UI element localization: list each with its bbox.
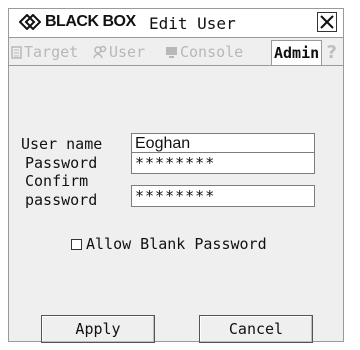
username-label: User name bbox=[21, 135, 103, 153]
brand-name: BLACK BOX bbox=[45, 13, 136, 30]
apply-button-label: Apply bbox=[75, 320, 121, 338]
close-icon bbox=[320, 15, 334, 29]
apply-button[interactable]: Apply bbox=[41, 315, 155, 343]
help-button[interactable]: ? bbox=[327, 42, 337, 63]
help-icon: ? bbox=[326, 42, 337, 63]
password-label: Password bbox=[25, 154, 98, 172]
tab-target[interactable]: Target bbox=[11, 41, 78, 63]
confirm-password-input[interactable]: ******** bbox=[131, 185, 315, 207]
black-box-diamond-icon bbox=[19, 14, 41, 30]
user-icon bbox=[93, 45, 107, 59]
confirm-password-label-line2: password bbox=[25, 191, 98, 209]
confirm-password-label-line1: Confirm bbox=[25, 172, 89, 190]
tab-admin-label: Admin bbox=[274, 44, 320, 62]
cancel-button[interactable]: Cancel bbox=[199, 315, 313, 343]
edit-user-dialog: BLACK BOX Edit User Target User Console … bbox=[8, 8, 344, 343]
checkbox-icon bbox=[71, 238, 82, 250]
tab-user[interactable]: User bbox=[93, 41, 145, 63]
password-input[interactable]: ******** bbox=[131, 152, 315, 174]
tab-target-label: Target bbox=[24, 43, 79, 61]
allow-blank-password-checkbox[interactable]: Allow Blank Password bbox=[71, 235, 267, 253]
close-button[interactable] bbox=[317, 12, 337, 32]
target-icon bbox=[11, 45, 22, 59]
brand-logo: BLACK BOX bbox=[19, 13, 136, 31]
console-icon bbox=[166, 47, 177, 58]
tab-bar: Target User Console Admin ? bbox=[9, 38, 343, 66]
tab-console-label: Console bbox=[180, 43, 244, 61]
tab-admin[interactable]: Admin bbox=[271, 40, 323, 65]
dialog-title: Edit User bbox=[149, 14, 236, 33]
cancel-button-label: Cancel bbox=[228, 320, 284, 338]
tab-console[interactable]: Console bbox=[165, 41, 243, 63]
title-bar: BLACK BOX Edit User bbox=[9, 9, 343, 38]
tab-user-label: User bbox=[109, 43, 146, 61]
allow-blank-password-label: Allow Blank Password bbox=[86, 235, 267, 253]
